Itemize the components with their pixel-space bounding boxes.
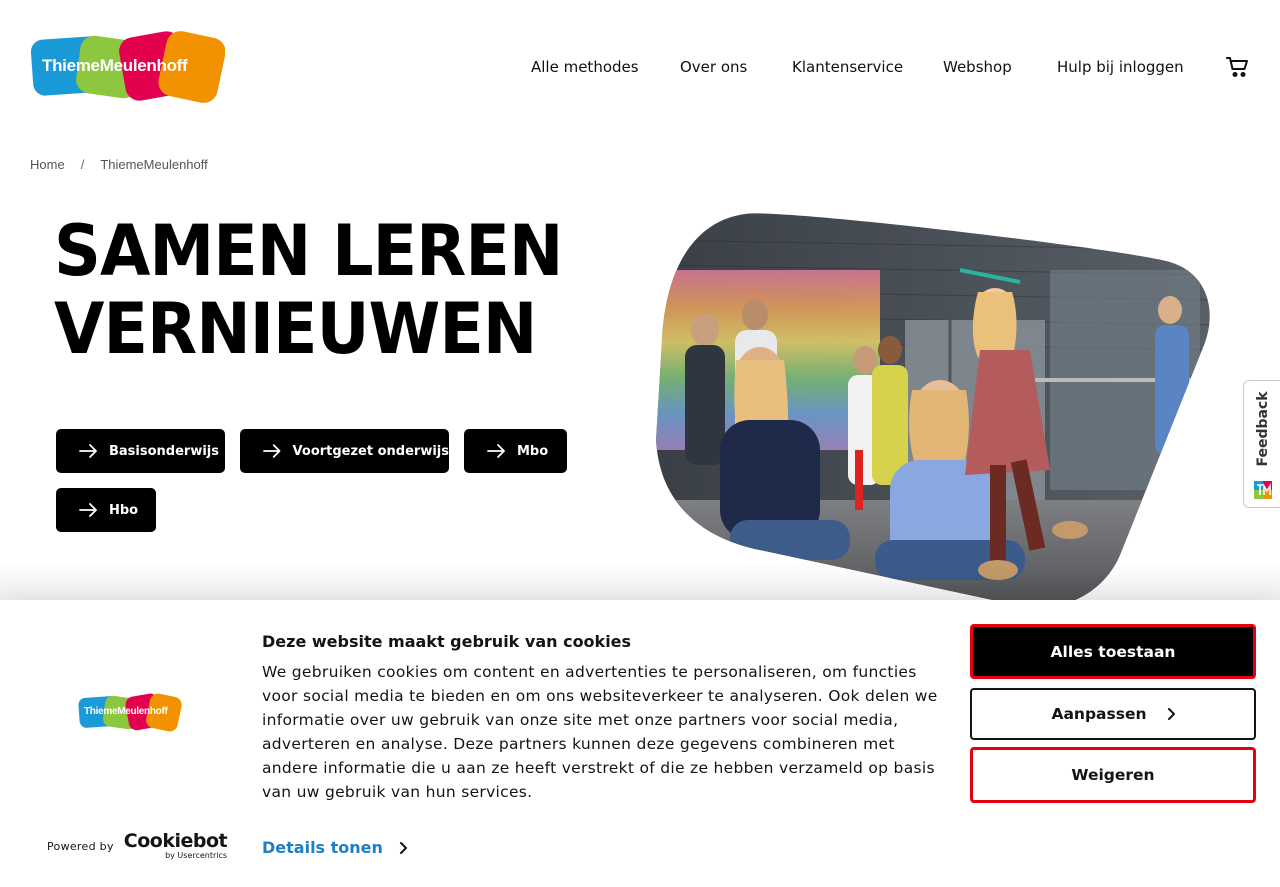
hero-title-line-1: SAMEN LEREN [54, 210, 563, 292]
breadcrumb-separator: / [80, 157, 85, 172]
cookie-banner-shadow [0, 560, 1280, 600]
hero-title: SAMEN LEREN VERNIEUWEN [54, 210, 563, 370]
feedback-label: Feedback [1255, 391, 1271, 467]
basisonderwijs-label: Basisonderwijs [109, 443, 219, 459]
nav-webshop[interactable]: Webshop [943, 58, 1012, 76]
allow-all-button[interactable]: Alles toestaan [970, 624, 1256, 679]
allow-all-label: Alles toestaan [1050, 642, 1176, 661]
arrow-right-icon [79, 444, 97, 458]
logo-text: ThiemeMeulenhoff [42, 56, 188, 75]
customize-label: Aanpassen [1051, 705, 1147, 723]
cookie-text: We gebruiken cookies om content en adver… [262, 663, 938, 801]
cookiebot-name: Cookiebot [123, 830, 228, 852]
deny-label: Weigeren [1071, 766, 1155, 784]
site-header: ThiemeMeulenhoff Alle methodes Over ons … [0, 0, 1280, 130]
chevron-right-icon [399, 841, 407, 854]
details-tonen-label: Details tonen [262, 838, 383, 857]
breadcrumb-current: ThiemeMeulenhoff [100, 157, 208, 172]
arrow-right-icon [487, 444, 505, 458]
cookie-logo-text: ThiemeMeulenhoff [84, 706, 168, 717]
nav-alle-methodes[interactable]: Alle methodes [531, 58, 639, 76]
customize-button[interactable]: Aanpassen [970, 688, 1256, 740]
details-tonen-link[interactable]: Details tonen [262, 838, 407, 857]
hbo-button[interactable]: Hbo [56, 488, 156, 532]
cart-icon[interactable] [1226, 56, 1250, 78]
chevron-right-icon [1167, 708, 1175, 720]
nav-hulp-bij-inloggen[interactable]: Hulp bij inloggen [1057, 58, 1184, 76]
cookie-banner: ThiemeMeulenhoff Powered by Cookiebot by… [0, 600, 1280, 887]
nav-klantenservice[interactable]: Klantenservice [792, 58, 903, 76]
cookie-banner-logo: ThiemeMeulenhoff [78, 692, 182, 732]
tm-logo-icon [1254, 481, 1272, 499]
voortgezet-onderwijs-label: Voortgezet onderwijs [292, 443, 449, 459]
nav-over-ons[interactable]: Over ons [680, 58, 747, 76]
deny-button[interactable]: Weigeren [970, 747, 1256, 803]
arrow-right-icon [263, 444, 281, 458]
breadcrumb: Home / ThiemeMeulenhoff [30, 157, 208, 172]
cookiebot-sub: by Usercentrics [165, 851, 228, 860]
mbo-label: Mbo [517, 443, 549, 459]
powered-by-label: Powered by [47, 839, 114, 853]
powered-by-cookiebot[interactable]: Powered by Cookiebot by Usercentrics [47, 830, 228, 860]
voortgezet-onderwijs-button[interactable]: Voortgezet onderwijs [240, 429, 449, 473]
arrow-right-icon [79, 503, 97, 517]
basisonderwijs-button[interactable]: Basisonderwijs [56, 429, 225, 473]
mbo-button[interactable]: Mbo [464, 429, 567, 473]
hero-photo [650, 210, 1215, 610]
cookiebot-logo: Cookiebot by Usercentrics [123, 830, 228, 860]
hero-title-line-2: VERNIEUWEN [54, 288, 537, 370]
breadcrumb-home[interactable]: Home [30, 157, 65, 172]
site-logo[interactable]: ThiemeMeulenhoff [30, 30, 226, 104]
cookie-title: Deze website maakt gebruik van cookies [262, 632, 632, 651]
feedback-tab[interactable]: Feedback [1243, 380, 1280, 508]
hbo-label: Hbo [109, 502, 139, 518]
